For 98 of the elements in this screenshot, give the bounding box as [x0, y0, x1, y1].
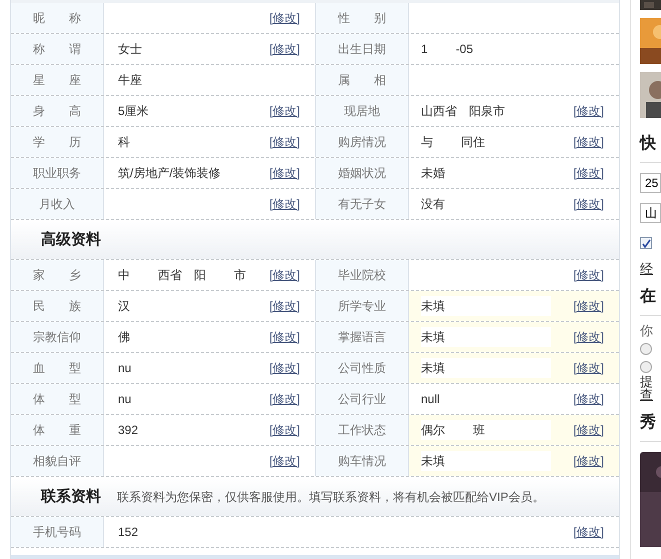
field-value: 未填: [421, 453, 445, 470]
edit-link[interactable]: [修改]: [269, 102, 300, 120]
edit-link[interactable]: [修改]: [573, 297, 604, 315]
field-value: 女士: [118, 41, 142, 58]
field-value: null: [421, 391, 440, 408]
field-value: 同住: [461, 134, 485, 151]
edit-link[interactable]: [修改]: [573, 133, 604, 151]
label-cell: 购车情况: [316, 446, 409, 476]
edit-link[interactable]: [修改]: [573, 195, 604, 213]
field-value: 偶尔: [421, 422, 445, 439]
section-title: 联系资料: [41, 486, 101, 508]
section-title: 在: [640, 288, 657, 304]
edit-link[interactable]: [修改]: [269, 266, 300, 284]
field-value: 牛座: [118, 72, 142, 89]
section-note: 联系资料为您保密，仅供客服使用。填写联系资料，将有机会被匹配给VIP会员。: [117, 488, 544, 506]
label-cell: 月收入: [11, 189, 104, 219]
label-cell: 性 别: [316, 3, 409, 33]
field-value: 佛: [118, 329, 130, 346]
label-cell: 工作状态: [316, 415, 409, 445]
checkbox[interactable]: [640, 237, 652, 249]
field-value: 5厘米: [118, 103, 149, 120]
label-cell: 体 重: [11, 415, 104, 445]
label-cell: 称 谓: [11, 34, 104, 64]
field-value: 西省 阳: [158, 267, 206, 284]
link[interactable]: 查: [640, 388, 661, 400]
label-cell: 掌握语言: [316, 322, 409, 352]
edit-link[interactable]: [修改]: [573, 523, 604, 541]
field-value: 与: [421, 134, 433, 151]
edit-link[interactable]: [修改]: [269, 390, 300, 408]
edit-link[interactable]: [修改]: [573, 421, 604, 439]
edit-link[interactable]: [修改]: [269, 9, 300, 27]
field-value: 班: [473, 422, 485, 439]
label-cell: 星 座: [11, 65, 104, 95]
label-cell: 公司性质: [316, 353, 409, 383]
edit-link[interactable]: [修改]: [269, 359, 300, 377]
field-value: 科: [118, 134, 130, 151]
field-value: 未填: [421, 360, 445, 377]
radio-button[interactable]: [640, 360, 652, 372]
field-value: 未婚: [421, 165, 445, 182]
submit-text: 提: [640, 374, 654, 388]
label-cell: 昵 称: [11, 3, 104, 33]
edit-link[interactable]: [修改]: [269, 133, 300, 151]
edit-link[interactable]: [修改]: [573, 164, 604, 182]
edit-link[interactable]: [修改]: [573, 266, 604, 284]
edit-link[interactable]: [修改]: [573, 102, 604, 120]
field-value: 152: [118, 524, 138, 541]
section-title: 快: [640, 136, 657, 152]
field-value: 未填: [421, 329, 445, 346]
label-cell: 民 族: [11, 291, 104, 321]
label-cell: 公司行业: [316, 384, 409, 414]
edit-link[interactable]: [修改]: [573, 390, 604, 408]
field-value: -05: [456, 41, 474, 58]
edit-link[interactable]: [修改]: [573, 452, 604, 470]
check-icon: [642, 238, 650, 248]
edit-link[interactable]: [修改]: [269, 40, 300, 58]
label-cell: 体 型: [11, 384, 104, 414]
label-cell: 手机号码: [11, 517, 104, 547]
label-cell: 学 历: [11, 127, 104, 157]
field-value: 中: [118, 267, 130, 284]
edit-link[interactable]: [修改]: [573, 328, 604, 346]
edit-link[interactable]: [修改]: [573, 359, 604, 377]
label-cell: 毕业院校: [316, 260, 409, 290]
select-field[interactable]: 山: [640, 203, 661, 223]
field-value: 1: [421, 41, 428, 58]
field-value: 市: [234, 267, 246, 284]
field-value: 没有: [421, 196, 445, 213]
section-title: 高级资料: [41, 229, 101, 250]
input-field[interactable]: 25: [640, 173, 661, 193]
label-cell: 血 型: [11, 353, 104, 383]
edit-link[interactable]: [修改]: [269, 195, 300, 213]
label-cell: 身 高: [11, 96, 104, 126]
label-cell: 婚姻状况: [316, 158, 409, 188]
label-cell: 宗教信仰: [11, 322, 104, 352]
field-value: 山西省 阳泉市: [421, 103, 505, 120]
section-title: 秀: [640, 414, 657, 430]
label-cell: 相貌自评: [11, 446, 104, 476]
field-value: 392: [118, 422, 138, 439]
edit-link[interactable]: [修改]: [269, 164, 300, 182]
edit-link[interactable]: [修改]: [269, 328, 300, 346]
label-cell: 有无子女: [316, 189, 409, 219]
field-value: 筑/房地产/装饰装修: [118, 165, 221, 182]
field-value: 未填: [421, 298, 445, 315]
field-value: nu: [118, 391, 132, 408]
label-cell: 职业职务: [11, 158, 104, 188]
question-text: 你: [640, 324, 654, 336]
label-cell: 家 乡: [11, 260, 104, 290]
label-cell: 属 相: [316, 65, 409, 95]
label-cell: 现居地: [316, 96, 409, 126]
edit-link[interactable]: [修改]: [269, 452, 300, 470]
label-cell: 出生日期: [316, 34, 409, 64]
label-cell: 购房情况: [316, 127, 409, 157]
radio-button[interactable]: [640, 342, 652, 354]
label-cell: 所学专业: [316, 291, 409, 321]
field-value: nu: [118, 360, 132, 377]
field-value: 汉: [118, 298, 130, 315]
edit-link[interactable]: [修改]: [269, 421, 300, 439]
edit-link[interactable]: [修改]: [269, 297, 300, 315]
link[interactable]: 经: [640, 259, 661, 278]
